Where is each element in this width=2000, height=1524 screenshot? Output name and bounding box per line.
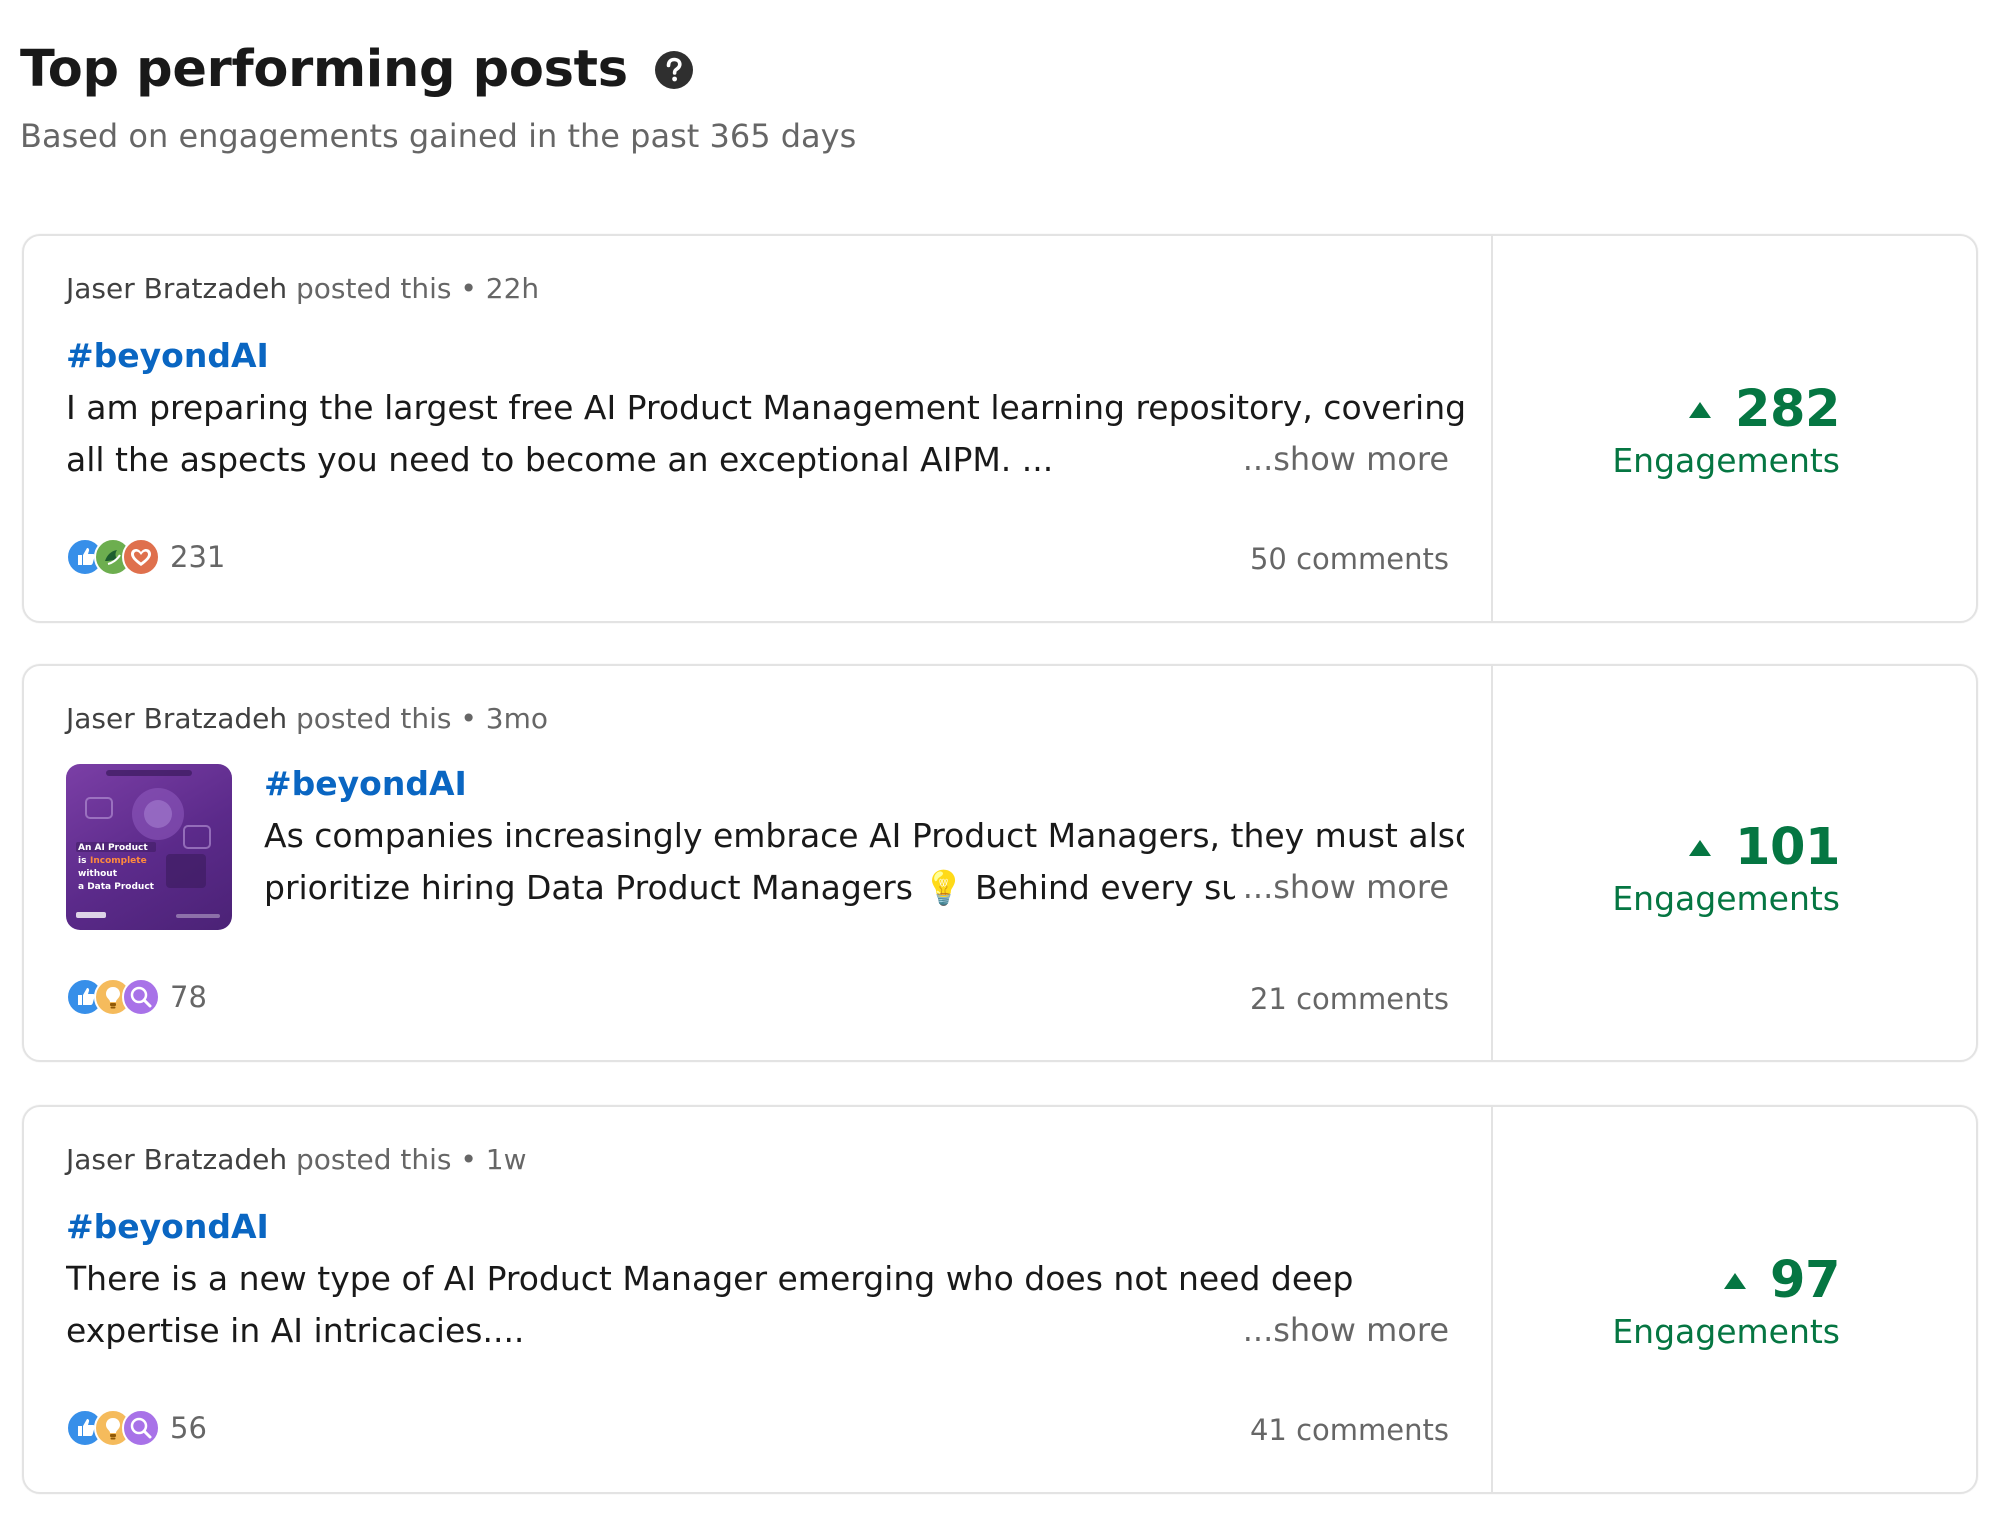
show-more-link[interactable]: ...show more xyxy=(1234,1311,1449,1349)
triangle-up-icon xyxy=(1689,401,1712,418)
reaction-count: 56 xyxy=(170,1411,207,1445)
post-author[interactable]: Jaser Bratzadeh xyxy=(66,702,287,735)
post-text-line: all the aspects you need to become an ex… xyxy=(66,440,1054,479)
engagements-panel: 97 Engagements xyxy=(1493,1107,1976,1492)
post-meta: Jaser Bratzadeh posted this • 1w xyxy=(66,1143,527,1176)
svg-text:without: without xyxy=(78,869,118,879)
post-meta: Jaser Bratzadeh posted this • 22h xyxy=(66,272,539,305)
comments-count[interactable]: 50 comments xyxy=(1250,542,1449,576)
engagements-label: Engagements xyxy=(1612,441,1840,480)
top-performing-posts-page: Top performing posts Based on engagement… xyxy=(0,0,2000,1524)
comments-count[interactable]: 21 comments xyxy=(1250,982,1449,1016)
reaction-count: 78 xyxy=(170,980,207,1014)
post-content[interactable]: Jaser Bratzadeh posted this • 3mo An AI … xyxy=(24,666,1491,1060)
svg-text:is: is xyxy=(78,856,86,866)
question-circle-icon[interactable] xyxy=(654,50,694,90)
post-card[interactable]: Jaser Bratzadeh posted this • 3mo An AI … xyxy=(22,664,1978,1062)
post-thumbnail[interactable]: An AI Product is Incomplete without a Da… xyxy=(66,764,232,930)
engagements-value: 282 xyxy=(1735,380,1840,439)
engagements-stat: 97 Engagements xyxy=(1612,1251,1840,1351)
post-hashtag[interactable]: #beyondAI xyxy=(66,1207,269,1246)
post-content[interactable]: Jaser Bratzadeh posted this • 22h #beyon… xyxy=(24,236,1491,621)
engagements-value: 97 xyxy=(1770,1251,1840,1310)
post-text-line: There is a new type of AI Product Manage… xyxy=(66,1259,1354,1298)
section-header: Top performing posts Based on engagement… xyxy=(20,40,856,155)
post-meta-suffix: posted this • 1w xyxy=(296,1143,527,1176)
engagements-label: Engagements xyxy=(1612,879,1840,918)
reactions-summary[interactable]: 78 xyxy=(66,978,207,1016)
engagements-panel: 282 Engagements xyxy=(1493,236,1976,621)
engagements-stat: 282 Engagements xyxy=(1612,380,1840,480)
svg-text:Incomplete: Incomplete xyxy=(90,856,147,866)
curious-icon xyxy=(122,1409,160,1447)
section-title: Top performing posts xyxy=(20,40,628,99)
reaction-count: 231 xyxy=(170,540,226,574)
engagements-stat: 101 Engagements xyxy=(1612,818,1840,918)
reactions-summary[interactable]: 56 xyxy=(66,1409,207,1447)
post-author[interactable]: Jaser Bratzadeh xyxy=(66,1143,287,1176)
post-content[interactable]: Jaser Bratzadeh posted this • 1w #beyond… xyxy=(24,1107,1491,1492)
post-meta-suffix: posted this • 22h xyxy=(296,272,540,305)
post-text-line: I am preparing the largest free AI Produ… xyxy=(66,388,1466,427)
triangle-up-icon xyxy=(1724,1272,1747,1289)
post-author[interactable]: Jaser Bratzadeh xyxy=(66,272,287,305)
post-text-line: As companies increasingly embrace AI Pro… xyxy=(264,816,1464,855)
show-more-link[interactable]: ...show more xyxy=(1234,440,1449,478)
reactions-summary[interactable]: 231 xyxy=(66,538,225,576)
svg-text:a Data Product: a Data Product xyxy=(78,882,155,892)
triangle-up-icon xyxy=(1689,839,1712,856)
engagements-panel: 101 Engagements xyxy=(1493,666,1976,1060)
post-hashtag[interactable]: #beyondAI xyxy=(66,336,269,375)
love-icon xyxy=(122,538,160,576)
engagements-value: 101 xyxy=(1735,818,1840,877)
curious-icon xyxy=(122,978,160,1016)
svg-text:An AI Product: An AI Product xyxy=(78,843,148,853)
post-text-line: expertise in AI intricacies.... xyxy=(66,1311,525,1350)
section-subtitle: Based on engagements gained in the past … xyxy=(20,117,857,155)
post-meta-suffix: posted this • 3mo xyxy=(296,702,549,735)
post-card[interactable]: Jaser Bratzadeh posted this • 1w #beyond… xyxy=(22,1105,1978,1494)
post-hashtag[interactable]: #beyondAI xyxy=(264,764,467,803)
comments-count[interactable]: 41 comments xyxy=(1250,1413,1449,1447)
post-meta: Jaser Bratzadeh posted this • 3mo xyxy=(66,702,548,735)
engagements-label: Engagements xyxy=(1612,1312,1840,1351)
post-card[interactable]: Jaser Bratzadeh posted this • 22h #beyon… xyxy=(22,234,1978,623)
show-more-link[interactable]: ...show more xyxy=(1234,868,1449,906)
post-text-line: prioritize hiring Data Product Managers … xyxy=(264,868,1243,907)
